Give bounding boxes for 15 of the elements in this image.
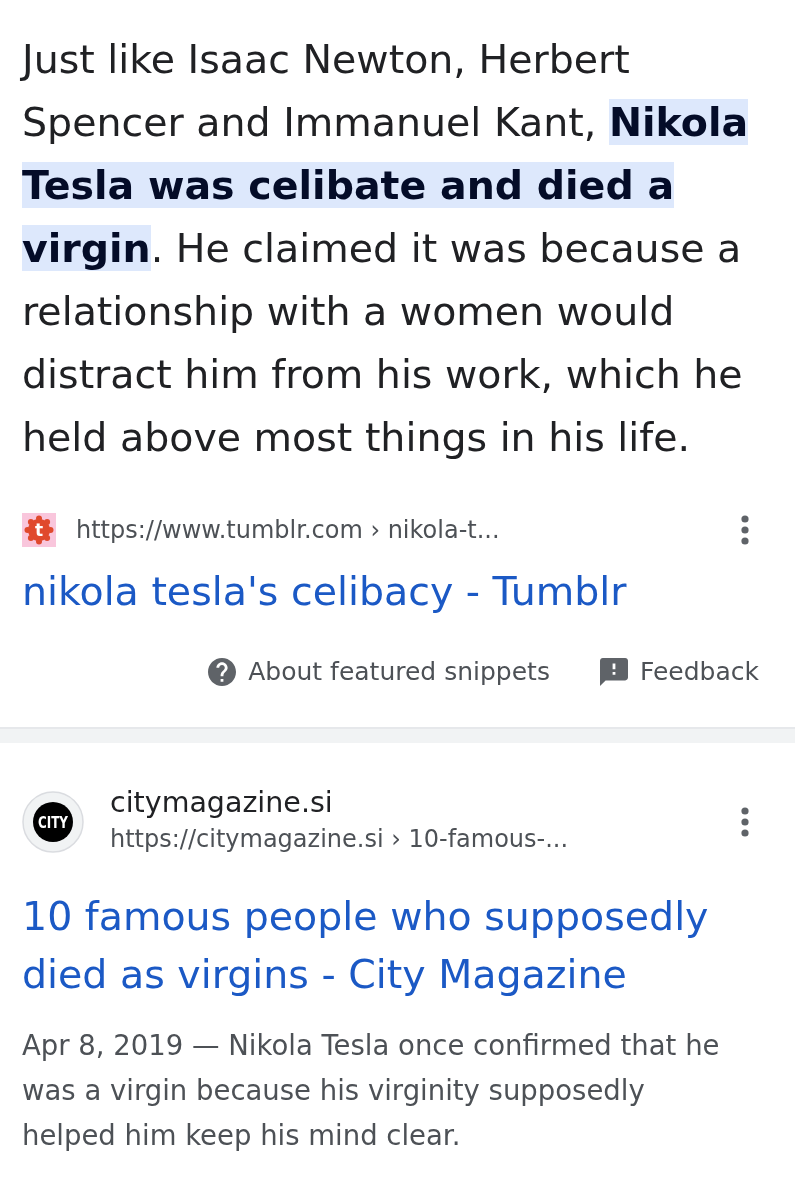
- site-name: citymagazine.si: [110, 785, 334, 821]
- site-favicon-icon: t: [22, 513, 56, 547]
- footer-link[interactable]: About featured snippets: [208, 652, 550, 692]
- snippet-text: Just like Isaac Newton, Herbert Spencer and Immanuel Kant, Nikola Tesla was celibate and died a virgin. He claimed it was because a relationship with a women would distract him from his work, which he held above most things in his life.: [22, 35, 750, 462]
- result-snippet: Apr 8, 2019 — Nikola Tesla once confirmed that he was a virgin because his virginity supposedly helped him keep his mind clear.: [22, 1028, 721, 1153]
- help-icon: [208, 658, 237, 686]
- footer-link[interactable]: Feedback: [599, 652, 759, 692]
- result-title-link[interactable]: 10 famous people who supposedly died as virgins - City Magazine: [22, 887, 773, 1003]
- source-url: https://www.tumblr.com › nikola-t...: [76, 515, 500, 546]
- site-logo-icon: CITY: [22, 791, 84, 853]
- result-title-link[interactable]: nikola tesla's celibacy - Tumblr: [22, 565, 773, 617]
- more-options-icon[interactable]: [741, 807, 749, 837]
- more-options-icon[interactable]: [741, 515, 749, 545]
- feedback-icon: [599, 658, 628, 686]
- source-url: https://citymagazine.si › 10-famous-...: [110, 824, 569, 855]
